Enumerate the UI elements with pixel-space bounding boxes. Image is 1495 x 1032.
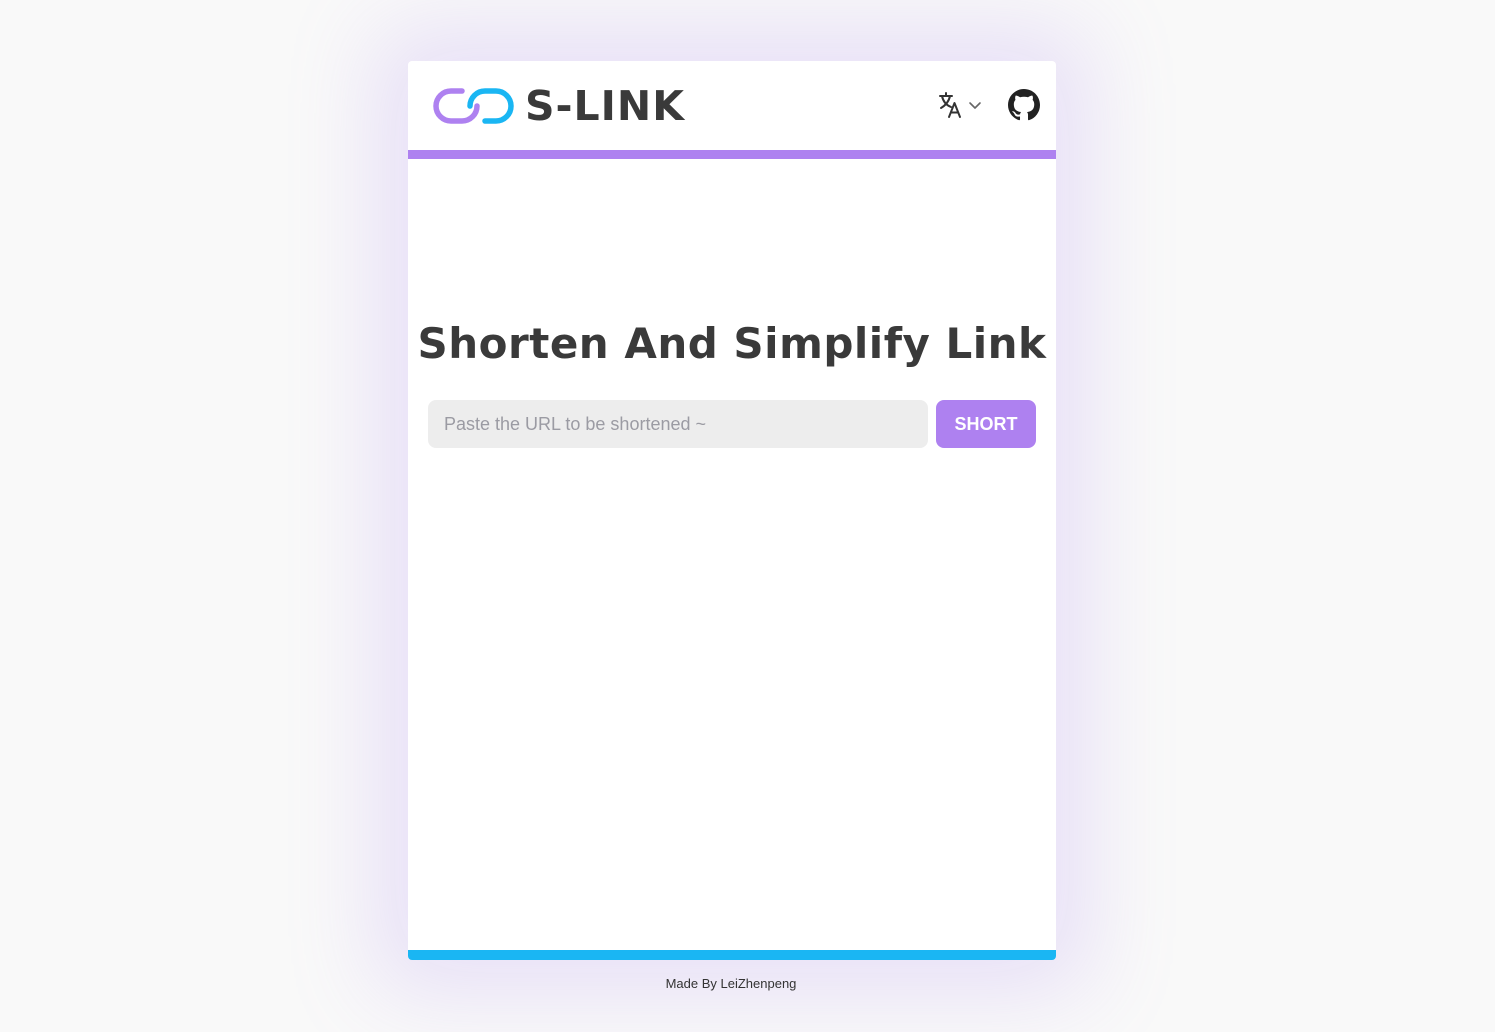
logo-text: S-LINK xyxy=(525,82,686,130)
footer-divider-bar xyxy=(408,950,1056,960)
page-title: Shorten And Simplify Link xyxy=(417,319,1047,368)
url-input[interactable] xyxy=(428,400,928,448)
github-icon[interactable] xyxy=(1008,89,1040,121)
language-switcher[interactable] xyxy=(938,91,982,119)
header-divider-bar xyxy=(408,150,1056,159)
main-card: S-LINK Shorten And Simplify Link SHORT xyxy=(408,61,1056,960)
chevron-down-icon xyxy=(969,102,981,109)
chain-link-icon xyxy=(433,88,514,124)
logo[interactable]: S-LINK xyxy=(432,84,685,128)
header: S-LINK xyxy=(408,61,1056,151)
translate-icon xyxy=(939,92,961,118)
short-button[interactable]: SHORT xyxy=(936,400,1036,448)
footer-credit: Made By LeiZhenpeng xyxy=(665,976,797,991)
